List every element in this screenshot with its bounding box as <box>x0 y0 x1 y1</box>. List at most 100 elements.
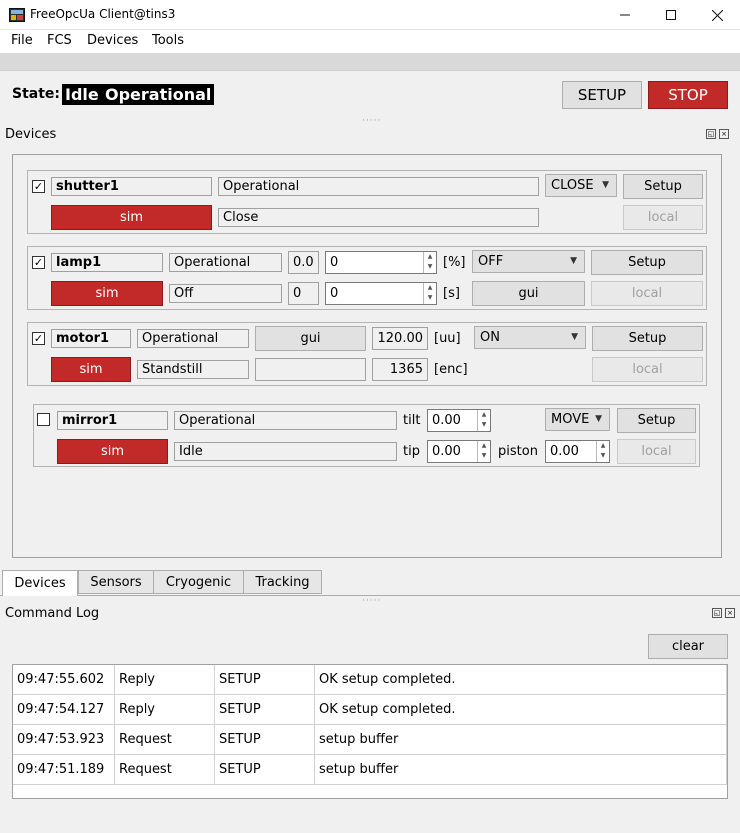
log-command: SETUP <box>215 725 315 755</box>
log-time: 09:47:54.127 <box>13 695 115 725</box>
window-title: FreeOpcUa Client@tins3 <box>30 7 176 21</box>
lamp-time-readback: 0 <box>288 282 319 305</box>
title-bar: FreeOpcUa Client@tins3 <box>0 0 740 30</box>
lamp-setup-button[interactable]: Setup <box>591 250 703 275</box>
log-time: 09:47:51.189 <box>13 755 115 785</box>
close-icon[interactable]: × <box>719 129 729 139</box>
menu-file[interactable]: File <box>11 33 33 48</box>
float-icon[interactable]: ◱ <box>712 608 722 618</box>
menu-devices[interactable]: Devices <box>87 33 138 48</box>
lamp-status: Operational <box>169 253 282 272</box>
devices-dock-title: Devices <box>5 127 57 142</box>
mirror-piston-input[interactable]: 0.00 ▲ ▼ <box>545 440 610 463</box>
mirror-setup-button[interactable]: Setup <box>617 408 696 433</box>
log-command: SETUP <box>215 665 315 695</box>
spin-arrows-icon[interactable]: ▲ ▼ <box>423 252 436 273</box>
mirror-mode-value: MOVE <box>551 412 590 427</box>
mirror-tip-value: 0.00 <box>432 444 461 459</box>
chevron-down-icon: ▼ <box>571 332 578 342</box>
spin-arrows-icon[interactable]: ▲ ▼ <box>423 283 436 304</box>
command-log-title: Command Log <box>5 606 100 621</box>
lamp-local-button[interactable]: local <box>591 281 703 306</box>
motor-gui-button[interactable]: gui <box>255 326 366 351</box>
motor-empty-field <box>255 358 366 381</box>
close-button[interactable] <box>694 0 740 30</box>
menu-fcs[interactable]: FCS <box>47 33 72 48</box>
lamp-gui-button[interactable]: gui <box>472 281 585 306</box>
tab-devices[interactable]: Devices <box>2 570 78 596</box>
setup-button[interactable]: SETUP <box>562 81 642 109</box>
mirror-tilt-value: 0.00 <box>432 413 461 428</box>
chevron-down-icon: ▼ <box>570 256 577 266</box>
log-message: setup buffer <box>315 755 727 785</box>
log-message: OK setup completed. <box>315 695 727 725</box>
motor-status: Operational <box>137 329 249 348</box>
splitter-handle[interactable]: ····· <box>362 116 381 126</box>
mirror-tilt-input[interactable]: 0.00 ▲ ▼ <box>427 409 491 432</box>
menu-tools[interactable]: Tools <box>152 33 184 48</box>
log-message: setup buffer <box>315 725 727 755</box>
spin-arrows-icon[interactable]: ▲ ▼ <box>477 441 490 462</box>
shutter-enable-checkbox[interactable]: ✓ <box>32 180 45 193</box>
shutter-status: Operational <box>218 177 539 196</box>
close-icon <box>711 9 723 21</box>
motor-position-unit: [uu] <box>434 331 461 346</box>
motor-enable-checkbox[interactable]: ✓ <box>32 332 45 345</box>
motor-sim-button[interactable]: sim <box>51 357 131 382</box>
shutter-sim-button[interactable]: sim <box>51 205 212 230</box>
mirror-name: mirror1 <box>57 411 168 430</box>
stop-button[interactable]: STOP <box>648 81 728 109</box>
spin-arrows-icon[interactable]: ▲ ▼ <box>477 410 490 431</box>
tab-cryogenic[interactable]: Cryogenic <box>153 570 244 594</box>
motor-state: Standstill <box>137 360 249 379</box>
minimize-button[interactable] <box>602 0 648 30</box>
tab-sensors[interactable]: Sensors <box>78 570 154 594</box>
shutter-local-button[interactable]: local <box>623 205 703 230</box>
maximize-button[interactable] <box>648 0 694 30</box>
close-icon[interactable]: × <box>725 608 735 618</box>
float-icon[interactable]: ◱ <box>706 129 716 139</box>
log-type: Reply <box>115 665 215 695</box>
lamp-enable-checkbox[interactable]: ✓ <box>32 256 45 269</box>
lamp-value-input[interactable]: 0 ▲ ▼ <box>325 251 437 274</box>
mirror-sim-button[interactable]: sim <box>57 439 168 464</box>
mirror-state: Idle <box>174 442 397 461</box>
clear-button[interactable]: clear <box>648 634 728 659</box>
state-value-operational: Operational <box>102 84 215 105</box>
lamp-value-input-text: 0 <box>330 255 339 270</box>
log-command: SETUP <box>215 695 315 725</box>
minimize-icon <box>620 14 630 16</box>
lamp-value-readback: 0.0 <box>288 251 319 274</box>
lamp-mode-select[interactable]: OFF ▼ <box>472 250 585 273</box>
mirror-tip-input[interactable]: 0.00 ▲ ▼ <box>427 440 491 463</box>
mirror-enable-checkbox[interactable] <box>37 413 50 426</box>
motor-encoder-unit: [enc] <box>434 362 468 377</box>
shutter-mode-select[interactable]: CLOSE ▼ <box>545 174 617 197</box>
chevron-down-icon: ▼ <box>595 414 602 424</box>
motor-setup-button[interactable]: Setup <box>592 326 703 351</box>
lamp-value-unit: [%] <box>443 255 466 270</box>
lamp-time-input[interactable]: 0 ▲ ▼ <box>325 282 437 305</box>
splitter-handle[interactable]: ····· <box>362 596 381 606</box>
lamp-state: Off <box>169 284 282 303</box>
motor-position: 120.00 <box>372 327 428 350</box>
mirror-piston-value: 0.00 <box>550 444 579 459</box>
log-time: 09:47:53.923 <box>13 725 115 755</box>
motor-mode-select[interactable]: ON ▼ <box>474 326 586 349</box>
command-log-table: 09:47:55.602 Reply SETUP OK setup comple… <box>12 664 728 799</box>
lamp-sim-button[interactable]: sim <box>51 281 163 306</box>
lamp-time-unit: [s] <box>443 286 460 301</box>
shutter-setup-button[interactable]: Setup <box>623 174 703 199</box>
tab-tracking[interactable]: Tracking <box>243 570 322 594</box>
log-command: SETUP <box>215 755 315 785</box>
mirror-tilt-label: tilt <box>403 413 421 428</box>
app-icon <box>9 8 25 22</box>
state-value-idle: Idle <box>62 84 102 105</box>
chevron-down-icon: ▼ <box>602 180 609 190</box>
motor-local-button[interactable]: local <box>592 357 703 382</box>
motor-mode-value: ON <box>480 330 500 345</box>
spin-arrows-icon[interactable]: ▲ ▼ <box>596 441 609 462</box>
mirror-local-button[interactable]: local <box>617 439 696 464</box>
menu-bar: File FCS Devices Tools <box>0 30 740 53</box>
mirror-mode-select[interactable]: MOVE ▼ <box>545 408 610 431</box>
